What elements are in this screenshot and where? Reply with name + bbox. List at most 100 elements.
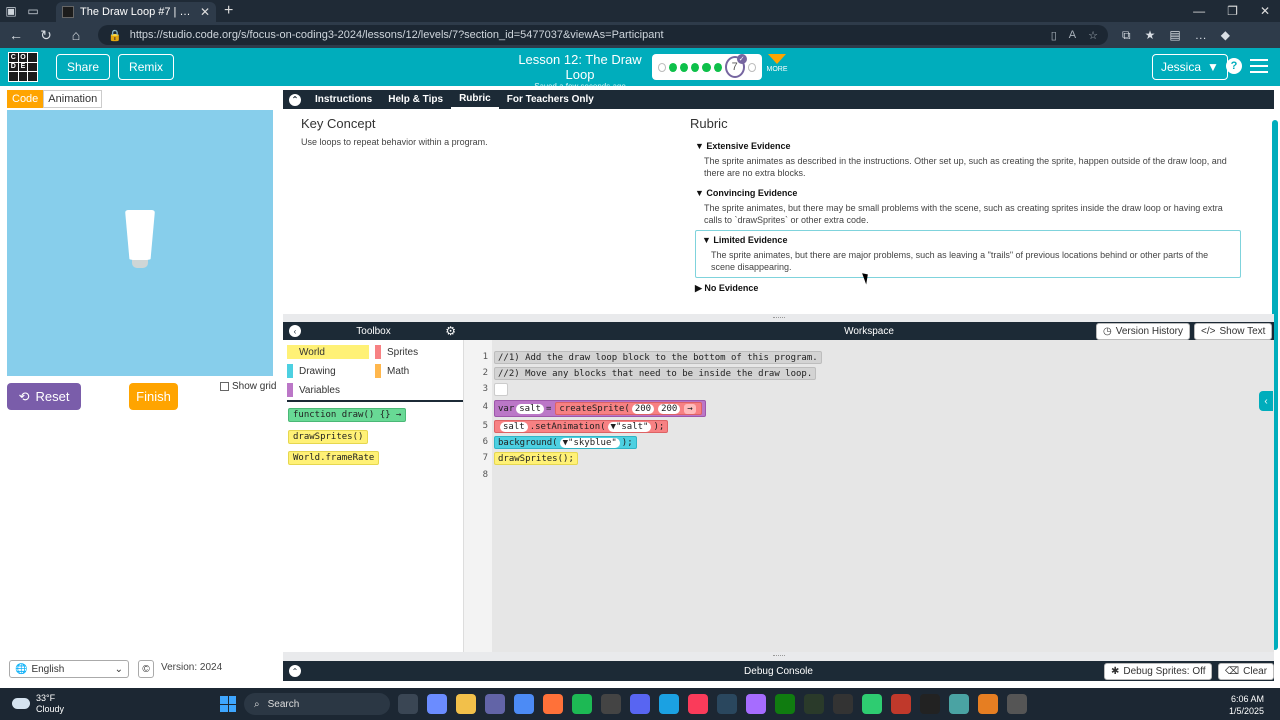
minimize-icon[interactable]: — [1193, 4, 1205, 18]
level-dot[interactable] [713, 62, 722, 72]
file-explorer-icon[interactable] [456, 694, 476, 714]
set-animation-block[interactable]: salt .setAnimation( ▼"salt" ); [494, 420, 669, 433]
color-dropdown[interactable]: ▼"skyblue" [559, 437, 620, 448]
category-drawing[interactable]: Drawing [287, 364, 336, 378]
steam-icon[interactable] [717, 694, 737, 714]
category-sprites[interactable]: Sprites [375, 345, 418, 359]
teams-icon[interactable] [485, 694, 505, 714]
game-stage[interactable] [7, 110, 273, 376]
copyright-button[interactable]: © [138, 660, 154, 678]
expand-side-panel-icon[interactable]: ‹ [1259, 391, 1273, 411]
collapse-debug-icon[interactable]: ⌃ [289, 665, 301, 677]
level-dot[interactable] [702, 62, 711, 72]
tab-help-tips[interactable]: Help & Tips [380, 90, 451, 109]
restore-icon[interactable]: ❐ [1227, 4, 1238, 18]
debug-sprites-button[interactable]: ✱ Debug Sprites: Off [1104, 663, 1213, 680]
block-function-draw[interactable]: function draw() {} → [288, 408, 407, 422]
collapse-icon[interactable]: ⌃ [289, 93, 301, 106]
music-icon[interactable] [688, 694, 708, 714]
close-tab-icon[interactable]: ✕ [200, 5, 210, 19]
copilot-icon[interactable]: ◆ [1221, 28, 1230, 43]
level-dot[interactable] [691, 62, 700, 72]
sprite-name-slot[interactable]: salt [500, 421, 528, 432]
block-world-framerate[interactable]: World.frameRate [288, 451, 380, 465]
comment-block-2[interactable]: //2) Move any blocks that need to be ins… [494, 367, 817, 380]
favorite-star-icon[interactable]: ☆ [1088, 29, 1098, 42]
app-icon[interactable] [891, 694, 911, 714]
clear-button[interactable]: ⌫ Clear [1218, 663, 1275, 680]
taskbar-search[interactable]: ⌕ Search [244, 693, 390, 715]
version-history-button[interactable]: ◷ Version History [1096, 323, 1190, 340]
level-dot[interactable] [680, 62, 689, 72]
category-variables[interactable]: Variables [287, 383, 340, 397]
show-grid-toggle[interactable]: Show grid [220, 381, 276, 392]
block-draw-sprites[interactable]: drawSprites() [288, 430, 369, 444]
rubric-item-no-evidence[interactable]: ▶ No Evidence [695, 283, 1241, 294]
more-levels[interactable]: MORE [766, 54, 788, 73]
hamburger-menu-icon[interactable] [1250, 57, 1268, 75]
firefox-icon[interactable] [543, 694, 563, 714]
show-grid-checkbox[interactable] [220, 382, 229, 391]
code-org-logo[interactable]: C O D E [8, 52, 38, 82]
chrome-icon[interactable] [514, 694, 534, 714]
animation-dropdown[interactable]: ▼"salt" [607, 421, 652, 432]
edge-icon[interactable] [659, 694, 679, 714]
x-arg-slot[interactable]: 200 [631, 403, 655, 414]
code-workspace[interactable] [464, 340, 1274, 652]
xbox-icon[interactable] [775, 694, 795, 714]
gear-icon[interactable]: ⚙ [445, 324, 456, 338]
close-window-icon[interactable]: ✕ [1260, 4, 1270, 18]
background-block[interactable]: background( ▼"skyblue" ); [494, 436, 637, 449]
current-level-bubble[interactable]: 7 ✓ [724, 54, 747, 78]
user-menu[interactable]: Jessica ▼ [1152, 54, 1228, 80]
app-icon[interactable] [920, 694, 940, 714]
tab-code[interactable]: Code [7, 90, 44, 108]
browser-tab[interactable]: The Draw Loop #7 | Unit 3 - Inter ✕ [56, 2, 216, 22]
finish-button[interactable]: Finish [129, 383, 178, 410]
arrow-icon[interactable]: → [684, 403, 696, 414]
draw-sprites-block[interactable]: drawSprites(); [494, 452, 578, 465]
start-button[interactable] [220, 696, 236, 712]
app-icon[interactable] [833, 694, 853, 714]
tab-animation[interactable]: Animation [43, 90, 103, 108]
extensions-icon[interactable]: ⧉ [1122, 28, 1131, 43]
comment-block-1[interactable]: //1) Add the draw loop block to the bott… [494, 351, 822, 364]
help-icon[interactable]: ? [1226, 58, 1242, 74]
level-dot[interactable] [658, 62, 667, 72]
system-clock[interactable]: 6:06 AM 1/5/2025 [1229, 694, 1264, 717]
collapse-toolbox-icon[interactable]: ‹ [289, 325, 301, 337]
app-icon[interactable]: ▯ [1051, 29, 1057, 42]
rubric-item-extensive[interactable]: ▼ Extensive Evidence The sprite animates… [695, 141, 1241, 179]
variable-name-slot[interactable]: salt [516, 403, 544, 414]
tab-instructions[interactable]: Instructions [307, 90, 380, 109]
var-salt-block[interactable]: var salt = createSprite( 200 200 → [494, 400, 706, 417]
create-sprite-block[interactable]: createSprite( 200 200 → [555, 402, 702, 415]
language-select[interactable]: 🌐 English ⌄ [9, 660, 129, 678]
category-math[interactable]: Math [375, 364, 409, 378]
reset-button[interactable]: ⟲ Reset [7, 383, 81, 410]
spotify-icon[interactable] [572, 694, 592, 714]
obs-icon[interactable] [601, 694, 621, 714]
debug-resize-handle[interactable] [283, 652, 1274, 661]
home-icon[interactable]: ⌂ [68, 27, 84, 43]
app-icon[interactable] [862, 694, 882, 714]
app-icon[interactable] [746, 694, 766, 714]
tab-rubric[interactable]: Rubric [451, 90, 499, 109]
back-icon[interactable]: ← [8, 27, 24, 43]
rubric-item-convincing[interactable]: ▼ Convincing Evidence The sprite animate… [695, 188, 1241, 226]
app-icon[interactable] [949, 694, 969, 714]
task-view-icon[interactable] [398, 694, 418, 714]
category-world[interactable]: World [287, 345, 369, 359]
level-dot[interactable] [669, 62, 678, 72]
workspaces-icon[interactable]: ▣ [0, 0, 22, 22]
y-arg-slot[interactable]: 200 [658, 403, 681, 414]
tab-teachers-only[interactable]: For Teachers Only [499, 90, 602, 109]
tab-actions-icon[interactable]: ▭ [22, 0, 44, 22]
empty-block[interactable] [494, 383, 508, 396]
share-button[interactable]: Share [56, 54, 111, 80]
pt-icon[interactable] [804, 694, 824, 714]
level-dot[interactable] [747, 62, 756, 72]
refresh-icon[interactable]: ↻ [38, 27, 54, 44]
url-field[interactable]: 🔒 https://studio.code.org/s/focus-on-cod… [98, 25, 1108, 45]
app-icon[interactable] [1007, 694, 1027, 714]
